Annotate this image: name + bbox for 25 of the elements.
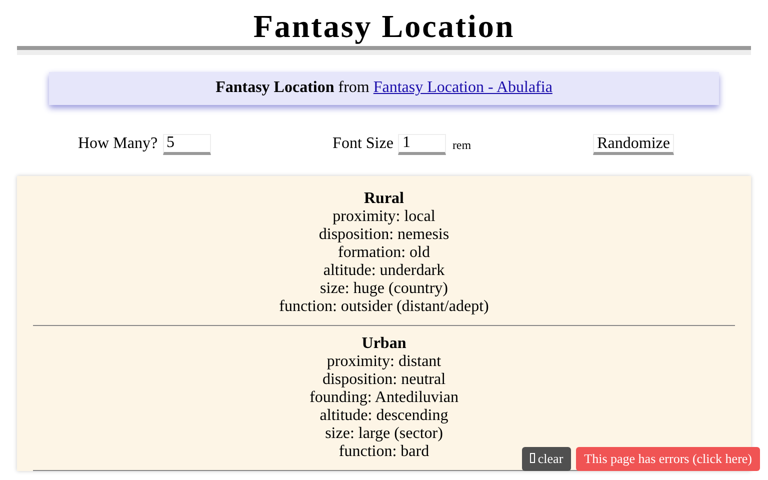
source-link[interactable]: Fantasy Location - Abulafia xyxy=(373,79,552,96)
source-text: Fantasy Location from Fantasy Location - Abulafia xyxy=(216,79,552,96)
missing-glyph-icon xyxy=(530,453,535,463)
result-title: Urban xyxy=(362,335,406,353)
result-line: proximity: distant xyxy=(326,353,442,371)
how-many-field[interactable]: 5 xyxy=(162,134,211,154)
result-line: function: bard xyxy=(338,443,430,461)
result-line: disposition: neutral xyxy=(322,371,446,389)
result-line: proximity: local xyxy=(332,208,436,226)
result-line: formation: old xyxy=(338,244,430,262)
result-line: size: large (sector) xyxy=(325,425,443,443)
result-line: function: outsider (distant/adept) xyxy=(279,298,489,316)
result-line: founding: Antediluvian xyxy=(310,389,458,407)
unit-label: rem xyxy=(452,138,472,152)
font-size-field[interactable]: 1 xyxy=(398,134,446,154)
result-line: altitude: descending xyxy=(320,407,448,425)
result-line: disposition: nemesis xyxy=(318,226,450,244)
clear-button[interactable]: clear xyxy=(522,447,572,471)
font-size-label: Font Size xyxy=(332,135,394,153)
result-line: size: huge (country) xyxy=(320,280,448,298)
how-many-label: How Many? xyxy=(78,135,158,153)
randomize-button[interactable]: Randomize xyxy=(593,134,674,154)
result-line: altitude: underdark xyxy=(323,262,445,280)
result-title: Rural xyxy=(364,190,404,208)
page-title: Fantasy Location xyxy=(253,7,515,44)
